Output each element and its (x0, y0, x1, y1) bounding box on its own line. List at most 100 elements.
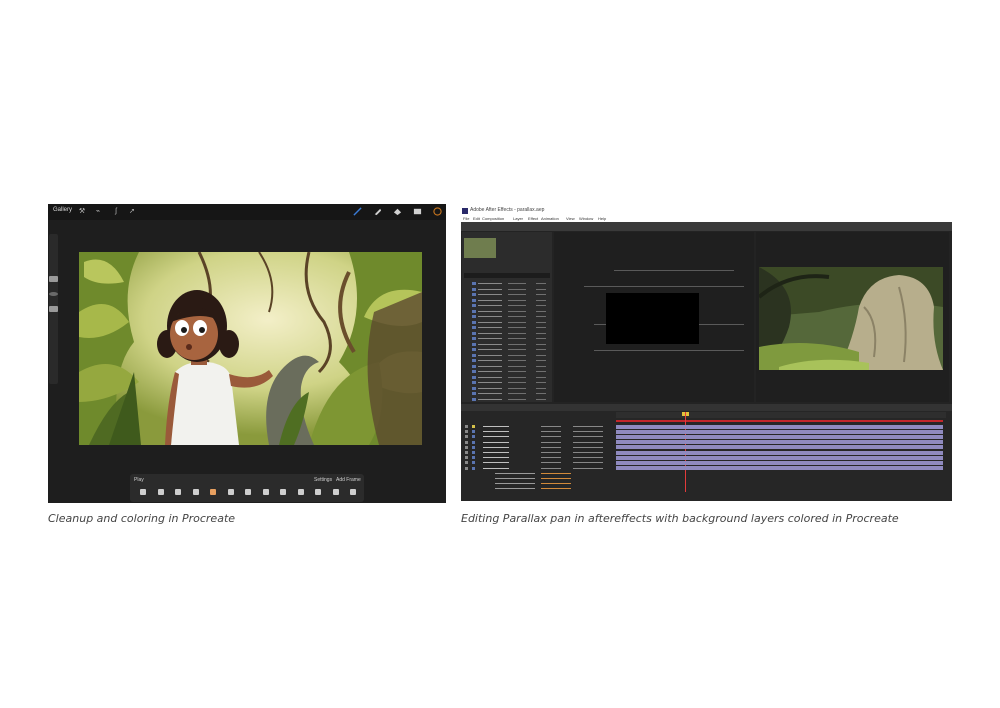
composition-viewer[interactable] (554, 232, 754, 402)
menu-item-edit[interactable]: Edit (473, 216, 480, 221)
drawing-canvas[interactable] (79, 252, 422, 445)
project-item[interactable] (464, 281, 550, 286)
project-item[interactable] (464, 303, 550, 308)
project-item[interactable] (464, 358, 550, 363)
play-button[interactable]: Play (134, 477, 144, 483)
project-item[interactable] (464, 353, 550, 358)
layer-label-color[interactable] (472, 456, 475, 460)
frame-thumbnail[interactable] (245, 489, 251, 495)
layer-switches[interactable] (541, 446, 561, 448)
transform-arrow-icon[interactable]: ➚ (128, 208, 136, 216)
frame-thumbnail[interactable] (297, 489, 304, 495)
gallery-button[interactable]: Gallery (53, 207, 72, 213)
layer-label-color[interactable] (472, 435, 475, 439)
project-item[interactable] (464, 380, 550, 385)
settings-button[interactable]: Settings (314, 477, 332, 483)
layer-parent[interactable] (573, 467, 603, 469)
project-item[interactable] (464, 397, 550, 402)
layer-switches[interactable] (541, 426, 561, 427)
frame-thumbnail[interactable] (157, 489, 164, 495)
visibility-eye-icon[interactable] (465, 445, 468, 449)
project-item[interactable] (464, 292, 550, 297)
magic-wand-icon[interactable]: ⌁ (94, 208, 102, 216)
project-item[interactable] (464, 309, 550, 314)
layer-switches[interactable] (541, 431, 561, 433)
layer-parent[interactable] (573, 446, 603, 448)
layer-label-color[interactable] (472, 445, 475, 449)
visibility-eye-icon[interactable] (465, 430, 468, 434)
color-swatch-icon[interactable] (433, 207, 442, 216)
layer-parent[interactable] (573, 452, 603, 453)
layer-duration-bar[interactable] (616, 429, 943, 434)
project-item[interactable] (464, 298, 550, 303)
property-value[interactable] (541, 478, 571, 479)
layer-duration-bar[interactable] (616, 455, 943, 460)
smudge-icon[interactable] (373, 207, 382, 216)
visibility-eye-icon[interactable] (465, 425, 468, 428)
visibility-eye-icon[interactable] (465, 461, 468, 465)
eraser-icon[interactable] (393, 207, 402, 216)
timeline-layer-row[interactable] (463, 466, 613, 471)
project-item[interactable] (464, 375, 550, 380)
visibility-eye-icon[interactable] (465, 435, 468, 439)
layer-switches[interactable] (541, 436, 561, 438)
layer-label-color[interactable] (472, 466, 475, 470)
property-value[interactable] (541, 488, 571, 489)
frame-thumbnail[interactable] (175, 489, 181, 495)
project-item[interactable] (464, 342, 550, 347)
menu-item-layer[interactable]: Layer (513, 216, 523, 221)
selection-icon[interactable]: ʃ (112, 208, 120, 216)
layer-switches[interactable] (541, 452, 561, 453)
modify-button[interactable] (49, 292, 58, 296)
layer-switches[interactable] (541, 441, 561, 443)
brush-icon[interactable] (353, 207, 362, 216)
menu-item-window[interactable]: Window (579, 216, 593, 221)
visibility-eye-icon[interactable] (465, 466, 468, 470)
frame-thumbnail[interactable] (192, 489, 199, 495)
layer-label-color[interactable] (472, 461, 475, 465)
opacity-slider[interactable] (49, 306, 58, 312)
timeline-tabs[interactable] (461, 404, 952, 411)
layer-parent[interactable] (573, 436, 603, 438)
menu-item-composition[interactable]: Composition (482, 216, 504, 221)
layer-switches[interactable] (541, 467, 561, 469)
project-item[interactable] (464, 347, 550, 352)
layer-duration-bar[interactable] (616, 445, 943, 450)
menu-item-file[interactable]: File (463, 216, 469, 221)
project-item[interactable] (464, 314, 550, 319)
layer-switches[interactable] (541, 457, 561, 459)
work-area-bar[interactable] (616, 420, 943, 422)
project-item[interactable] (464, 391, 550, 396)
layer-duration-bar[interactable] (616, 466, 943, 471)
project-item[interactable] (464, 331, 550, 336)
layer-parent[interactable] (573, 426, 603, 427)
layer-parent[interactable] (573, 457, 603, 459)
frame-thumbnail[interactable] (315, 489, 321, 495)
time-ruler[interactable] (616, 412, 946, 418)
layer-label-color[interactable] (472, 425, 475, 428)
project-item[interactable] (464, 336, 550, 341)
brush-size-sidebar[interactable] (49, 234, 58, 384)
property-value[interactable] (541, 473, 571, 474)
frame-thumbnail[interactable] (262, 489, 269, 495)
wrench-icon[interactable]: ⚒ (78, 208, 86, 216)
project-item[interactable] (464, 320, 550, 325)
frame-thumbnail[interactable] (140, 489, 146, 495)
layer-duration-bar[interactable] (616, 440, 943, 445)
layer-parent[interactable] (573, 441, 603, 443)
add-frame-button[interactable]: Add Frame (336, 477, 361, 483)
brush-size-slider[interactable] (49, 276, 58, 282)
project-item[interactable] (464, 369, 550, 374)
visibility-eye-icon[interactable] (465, 456, 468, 460)
layer-label-color[interactable] (472, 430, 475, 434)
project-item[interactable] (464, 287, 550, 292)
layer-duration-bar[interactable] (616, 450, 943, 455)
layer-switches[interactable] (541, 462, 561, 464)
layer-duration-bar[interactable] (616, 434, 943, 439)
frame-thumbnail[interactable] (350, 489, 356, 495)
layer-label-color[interactable] (472, 451, 475, 454)
project-item[interactable] (464, 386, 550, 391)
layer-parent[interactable] (573, 462, 603, 464)
layer-duration-bar[interactable] (616, 424, 943, 429)
frame-thumbnail[interactable] (227, 489, 234, 495)
